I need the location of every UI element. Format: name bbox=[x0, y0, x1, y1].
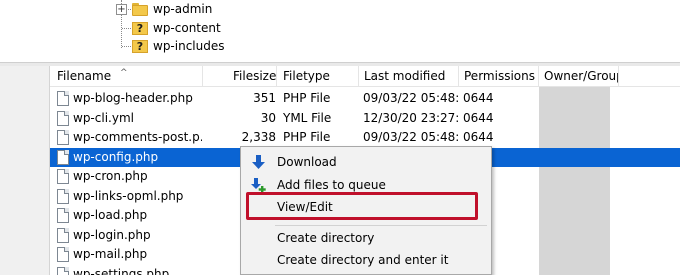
column-header-last-modified[interactable]: Last modified bbox=[359, 66, 459, 87]
sort-ascending-icon: ^ bbox=[120, 68, 128, 78]
column-header-filesize[interactable]: Filesize bbox=[203, 66, 277, 87]
file-row[interactable]: wp-comments-post.p... 2,338 PHP File 09/03/… bbox=[50, 128, 680, 148]
filename-cell: wp-blog-header.php bbox=[50, 89, 202, 108]
folder-icon bbox=[132, 3, 148, 16]
filename-cell: wp-settings.php bbox=[50, 265, 202, 275]
column-header-filename[interactable]: Filename ^ bbox=[50, 66, 203, 87]
last-modified-cell: 09/03/22 05:48:... bbox=[363, 130, 459, 144]
file-icon bbox=[57, 110, 69, 126]
filename-cell: wp-cli.yml bbox=[50, 109, 202, 128]
view-edit-highlight bbox=[246, 192, 478, 220]
filetype-cell: YML File bbox=[283, 110, 332, 125]
permissions-cell: 0644 bbox=[463, 110, 494, 125]
file-icon bbox=[57, 91, 69, 106]
last-modified-cell: 12/30/20 23:27:... bbox=[363, 110, 459, 125]
context-menu: Download Add files to queue View/Edit Cr… bbox=[240, 146, 492, 275]
file-icon bbox=[57, 130, 69, 145]
file-icon bbox=[57, 149, 69, 165]
column-header-owner-group[interactable]: Owner/Group bbox=[539, 66, 619, 87]
filename-cell: wp-cron.php bbox=[50, 167, 202, 186]
column-header-filetype[interactable]: Filetype bbox=[277, 66, 359, 87]
filename-cell: wp-config.php bbox=[50, 148, 202, 167]
pane-gutter bbox=[0, 66, 50, 275]
filesize-cell: 2,338 bbox=[241, 130, 276, 144]
filename-cell: wp-mail.php bbox=[50, 245, 202, 264]
download-arrow-icon bbox=[252, 155, 265, 169]
expand-plus-icon[interactable]: + bbox=[116, 4, 127, 15]
remote-directory-tree: + wp-admin ? wp-content ? wp-includes bbox=[0, 0, 680, 62]
column-header-permissions[interactable]: Permissions bbox=[459, 66, 539, 87]
filename-cell: wp-comments-post.p... bbox=[50, 128, 202, 147]
file-icon bbox=[57, 227, 69, 243]
tree-item-label: wp-includes bbox=[153, 39, 225, 53]
unknown-folder-icon: ? bbox=[132, 22, 148, 35]
file-icon bbox=[57, 247, 69, 262]
menu-item-create-directory[interactable]: Create directory bbox=[241, 227, 491, 249]
filename-cell: wp-links-opml.php bbox=[50, 187, 202, 206]
filetype-cell: PHP File bbox=[283, 91, 331, 105]
permissions-cell: 0644 bbox=[463, 130, 494, 144]
filesize-cell: 351 bbox=[253, 91, 276, 105]
file-row[interactable]: wp-blog-header.php 351 PHP File 09/03/22 05… bbox=[50, 89, 680, 109]
filetype-cell: PHP File bbox=[283, 130, 331, 144]
file-icon bbox=[57, 208, 69, 223]
filename-cell: wp-load.php bbox=[50, 206, 202, 225]
menu-separator bbox=[275, 225, 487, 226]
menu-item-create-directory-and-enter[interactable]: Create directory and enter it bbox=[241, 249, 491, 271]
tree-item-wp-content[interactable]: ? wp-content bbox=[0, 19, 680, 38]
filename-cell: wp-login.php bbox=[50, 226, 202, 245]
file-icon bbox=[57, 188, 69, 204]
tree-item-wp-admin[interactable]: + wp-admin bbox=[0, 0, 680, 19]
file-row[interactable]: wp-cli.yml 30 YML File 12/30/20 23:27:... 06… bbox=[50, 109, 680, 129]
permissions-cell: 0644 bbox=[463, 91, 494, 105]
file-icon bbox=[57, 169, 69, 184]
file-icon bbox=[57, 266, 69, 275]
last-modified-cell: 09/03/22 05:48:... bbox=[363, 91, 459, 105]
tree-item-wp-includes[interactable]: ? wp-includes bbox=[0, 37, 680, 56]
file-list-header: Filename ^ Filesize Filetype Last modifi… bbox=[50, 66, 680, 87]
menu-item-download[interactable]: Download bbox=[241, 151, 491, 173]
tree-item-label: wp-admin bbox=[153, 2, 213, 16]
tree-item-label: wp-content bbox=[153, 21, 221, 35]
unknown-folder-icon: ? bbox=[132, 40, 148, 53]
filesize-cell: 30 bbox=[260, 110, 276, 125]
